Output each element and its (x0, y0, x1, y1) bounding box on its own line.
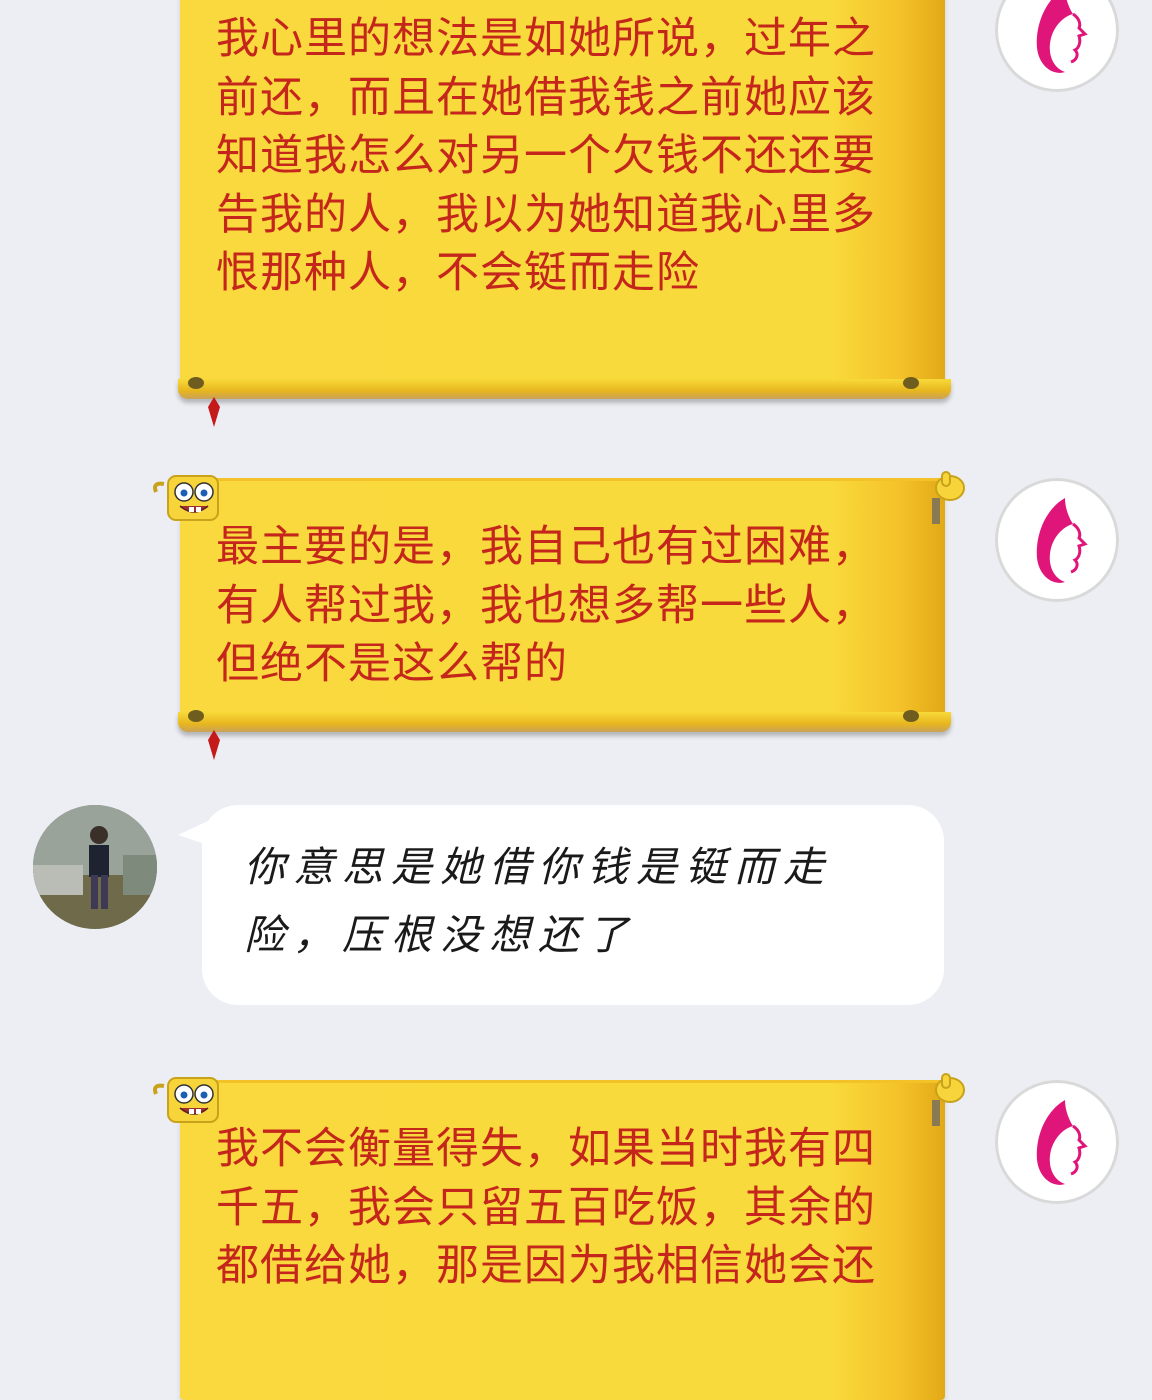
scroll-bolt (903, 710, 919, 722)
message-text[interactable]: 最主要的是，我自己也有过困难，有人帮过我，我也想多帮一些人，但绝不是这么帮的 (216, 518, 907, 694)
brand-face-logo-icon (1036, 498, 1088, 583)
scroll-rod (178, 379, 951, 399)
other-avatar[interactable] (33, 805, 157, 929)
thumbs-up-icon (932, 471, 965, 524)
message-scroll-4: 我不会衡量得失，如果当时我有四千五，我会只留五百吃饭，其余的都借给她，那是因为我… (180, 1080, 945, 1400)
bubble-tail (178, 821, 208, 845)
person-photo-avatar (33, 805, 157, 929)
scroll-bolt (188, 377, 204, 389)
brand-face-logo-icon (1036, 1100, 1088, 1185)
scroll-rod (178, 712, 951, 732)
tassel-icon (208, 730, 220, 760)
thumbs-up-icon (932, 1073, 965, 1126)
scroll-bolt (903, 377, 919, 389)
message-text[interactable]: 你意思是她借你钱是铤而走险，压根没想还了 (244, 833, 914, 969)
sponge-character-icon (153, 1077, 219, 1123)
self-avatar[interactable] (995, 478, 1119, 602)
tassel-icon (208, 397, 220, 427)
sponge-character-icon (153, 475, 219, 521)
self-avatar[interactable] (995, 0, 1119, 92)
scroll-bolt (188, 710, 204, 722)
message-text[interactable]: 我不会衡量得失，如果当时我有四千五，我会只留五百吃饭，其余的都借给她，那是因为我… (216, 1120, 907, 1296)
self-avatar[interactable] (995, 1080, 1119, 1204)
message-text[interactable]: 我心里的想法是如她所说，过年之前还，而且在她借我钱之前她应该知道我怎么对另一个欠… (216, 10, 907, 303)
brand-face-logo-icon (1036, 0, 1088, 73)
message-scroll-2: 最主要的是，我自己也有过困难，有人帮过我，我也想多帮一些人，但绝不是这么帮的 (178, 478, 951, 760)
message-scroll-1: 我心里的想法是如她所说，过年之前还，而且在她借我钱之前她应该知道我怎么对另一个欠… (178, 0, 951, 427)
message-bubble-3: 你意思是她借你钱是铤而走险，压根没想还了 (178, 805, 944, 1005)
